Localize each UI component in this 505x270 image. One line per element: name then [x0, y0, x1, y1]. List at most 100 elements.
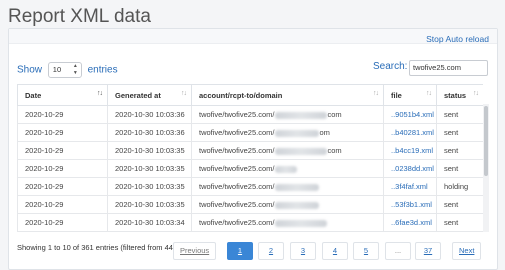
- cell-date: 2020-10-29: [17, 213, 108, 232]
- pagination-next[interactable]: Next: [452, 242, 482, 260]
- cell-status: sent: [436, 105, 483, 124]
- cell-date: 2020-10-29: [17, 141, 108, 160]
- table-header-row: Date ↑↓ Generated at ↑↓ account/rcpt-to/do…: [17, 84, 483, 106]
- cell-status: sent: [436, 141, 483, 160]
- cell-domain: twofive/twofive25.com/: [191, 159, 384, 178]
- cell-generated-at: 2020-10-30 10:03:35: [107, 195, 192, 214]
- redacted-text: [275, 111, 328, 119]
- entries-label: entries: [87, 64, 118, 76]
- pagination-page-4[interactable]: 4: [322, 242, 348, 260]
- cell-generated-at: 2020-10-30 10:03:35: [107, 141, 192, 160]
- redacted-text: [275, 165, 298, 173]
- table-info: Showing 1 to 10 of 361 entries (filtered…: [17, 243, 173, 252]
- pagination-page-1[interactable]: 1: [227, 242, 253, 260]
- cell-status: sent: [436, 213, 483, 232]
- table-row[interactable]: 2020-10-292020-10-30 10:03:34twofive/two…: [17, 213, 483, 232]
- redacted-text: [275, 219, 328, 227]
- sort-arrows-icon: ↑↓: [181, 90, 187, 97]
- domain-prefix: twofive/twofive25.com/: [199, 146, 275, 155]
- cell-status: sent: [436, 195, 483, 214]
- cell-file-link[interactable]: ..6fae3d.xml: [383, 213, 437, 232]
- cell-status: sent: [436, 123, 483, 142]
- domain-prefix: twofive/twofive25.com/: [199, 200, 275, 209]
- page-title: Report XML data: [8, 6, 151, 27]
- table-row[interactable]: 2020-10-29 2020-10-30 10:03:36 twofive/two…: [17, 123, 483, 142]
- domain-prefix: twofive/twofive25.com/: [199, 128, 275, 137]
- table-row[interactable]: 2020-10-29 2020-10-30 10:03:35 twofive/two…: [17, 177, 483, 196]
- pagination-page-37[interactable]: 37: [415, 242, 441, 260]
- entries-per-page-select[interactable]: 10 ▲ ▼: [47, 62, 82, 78]
- redacted-text: [275, 147, 328, 155]
- show-label: Show: [17, 64, 43, 76]
- report-card: Stop Auto reload Show 10 ▲ ▼ entries Sear…: [8, 28, 498, 270]
- cell-file-link[interactable]: ..9051b4.xml: [383, 105, 437, 124]
- cell-status: sent: [436, 231, 483, 232]
- domain-prefix: twofive/twofive25.com/: [199, 218, 275, 227]
- table-scrollbar[interactable]: [483, 104, 489, 232]
- cell-generated-at: 2020-10-30 10:03:36: [107, 123, 192, 142]
- domain-suffix: com: [327, 146, 342, 155]
- sort-arrows-icon: ↑↓: [373, 90, 379, 97]
- sort-desc-icon: ↑↓: [97, 90, 103, 97]
- cell-domain: twofive/twofive25.com/: [191, 231, 384, 232]
- cell-generated-at: 2020-10-30 10:03:36: [107, 105, 192, 124]
- report-table: Date ↑↓ Generated at ↑↓ account/rcpt-to/do…: [17, 84, 483, 232]
- cell-domain: twofive/twofive25.com/om: [191, 123, 384, 142]
- pagination-previous[interactable]: Previous: [173, 242, 217, 260]
- pagination-page-2[interactable]: 2: [258, 242, 284, 260]
- cell-date: 2020-10-29: [17, 159, 108, 178]
- cell-file-link[interactable]: ..5d3e...: [383, 231, 437, 232]
- cell-date: 2020-10-29: [17, 123, 108, 142]
- sort-arrows-icon: ↑↓: [426, 90, 432, 97]
- column-header-file[interactable]: file ↑↓: [383, 84, 437, 106]
- redacted-text: [275, 201, 320, 209]
- search-label: Search:: [373, 61, 408, 72]
- cell-date: 2020-10-29: [17, 231, 108, 232]
- cell-generated-at: 2020-10-30 10:03:35: [107, 177, 192, 196]
- pagination-ellipsis: ...: [385, 242, 411, 260]
- cell-file-link[interactable]: ..b40281.xml: [383, 123, 437, 142]
- pagination-page-3[interactable]: 3: [290, 242, 316, 260]
- table-row[interactable]: 2020-10-29 2020-10-30 10:03:35 twofive/two…: [17, 159, 483, 178]
- column-header-domain[interactable]: account/rcpt-to/domain ↑↓: [191, 84, 384, 106]
- column-header-generated-at[interactable]: Generated at ↑↓: [107, 84, 192, 106]
- cell-date: 2020-10-29: [17, 195, 108, 214]
- cell-domain: twofive/twofive25.com/: [191, 177, 384, 196]
- cell-domain: twofive/twofive25.com/: [191, 213, 384, 232]
- domain-suffix: com: [327, 110, 342, 119]
- redacted-text: [275, 129, 320, 137]
- cell-file-link[interactable]: ..b4cc19.xml: [383, 141, 437, 160]
- report-table-container: Date ↑↓ Generated at ↑↓ account/rcpt-to/do…: [17, 84, 483, 232]
- column-header-date[interactable]: Date ↑↓: [17, 84, 108, 106]
- table-row[interactable]: 2020-10-292020-10-30 10:03:34twofive/two…: [17, 231, 483, 232]
- cell-domain: twofive/twofive25.com/com: [191, 105, 384, 124]
- length-control: Show 10 ▲ ▼ entries: [17, 62, 118, 78]
- domain-prefix: twofive/twofive25.com/: [199, 164, 275, 173]
- domain-prefix: twofive/twofive25.com/: [199, 110, 275, 119]
- search-input[interactable]: twofive25.com: [409, 60, 488, 76]
- column-header-status[interactable]: status ↑↓: [436, 84, 483, 106]
- domain-prefix: twofive/twofive25.com/: [199, 182, 275, 191]
- scrollbar-thumb[interactable]: [484, 106, 488, 176]
- cell-domain: twofive/twofive25.com/: [191, 195, 384, 214]
- stop-auto-reload-link[interactable]: Stop Auto reload: [426, 34, 489, 44]
- cell-status: holding: [436, 177, 483, 196]
- cell-generated-at: 2020-10-30 10:03:34: [107, 231, 192, 232]
- cell-status: sent: [436, 159, 483, 178]
- table-row[interactable]: 2020-10-29 2020-10-30 10:03:35 twofive/two…: [17, 141, 483, 160]
- cell-file-link[interactable]: ..0238dd.xml: [383, 159, 437, 178]
- sort-arrows-icon: ↑↓: [473, 90, 479, 97]
- table-row[interactable]: 2020-10-29 2020-10-30 10:03:36 twofive/two…: [17, 105, 483, 124]
- select-arrows-icon: ▲ ▼: [72, 63, 78, 76]
- cell-generated-at: 2020-10-30 10:03:34: [107, 213, 192, 232]
- table-row[interactable]: 2020-10-29 2020-10-30 10:03:35 twofive/two…: [17, 195, 483, 214]
- entries-per-page-value: 10: [52, 65, 62, 74]
- redacted-text: [275, 183, 320, 191]
- card-toolbar: Stop Auto reload: [9, 29, 497, 44]
- cell-generated-at: 2020-10-30 10:03:35: [107, 159, 192, 178]
- pagination-page-5[interactable]: 5: [353, 242, 379, 260]
- cell-file-link[interactable]: ..53f3b1.xml: [383, 195, 437, 214]
- cell-file-link[interactable]: ..3f4faf.xml: [383, 177, 437, 196]
- cell-date: 2020-10-29: [17, 105, 108, 124]
- domain-suffix: om: [319, 128, 330, 137]
